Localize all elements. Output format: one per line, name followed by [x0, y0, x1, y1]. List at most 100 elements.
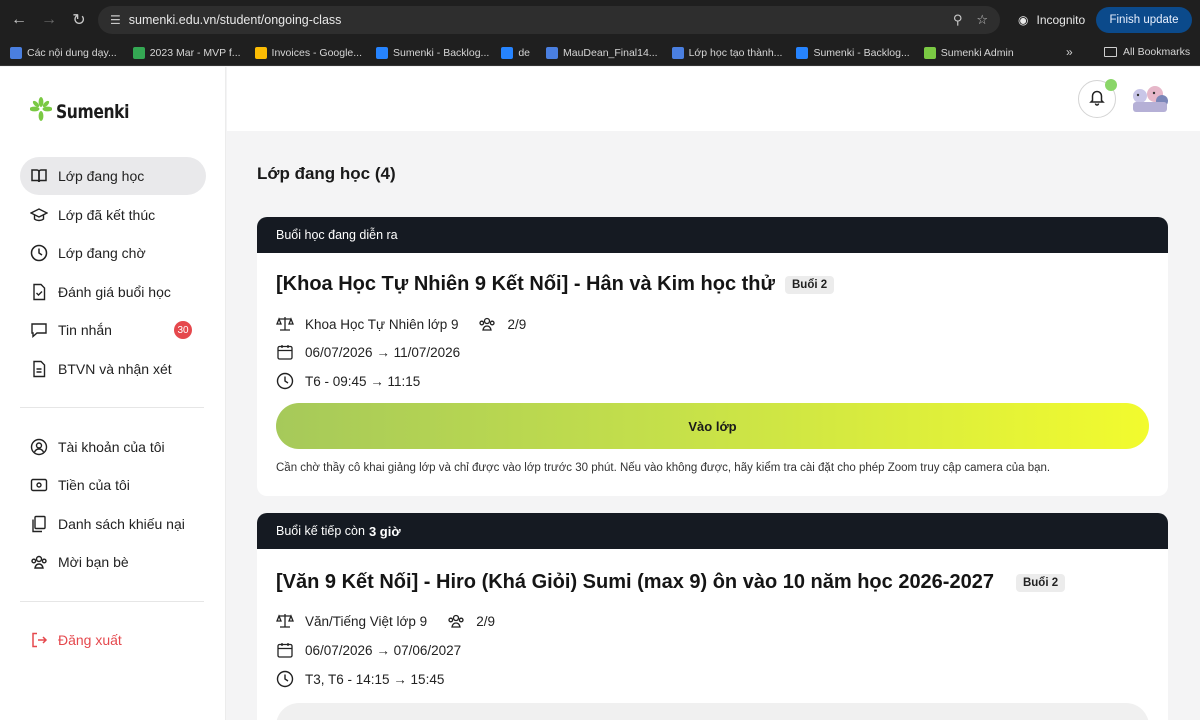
- bookmark-item[interactable]: de: [501, 46, 530, 59]
- incognito-icon: ◉: [1018, 13, 1029, 27]
- calendar-icon: [276, 343, 294, 361]
- sidebar-divider: [20, 601, 204, 602]
- sidebar-item-label: Lớp đã kết thúc: [58, 207, 156, 223]
- sumenki-logo-icon: [29, 97, 53, 126]
- sidebar-item-logout[interactable]: Đăng xuất: [20, 621, 206, 659]
- bookmark-item[interactable]: Các nội dung dạy...: [10, 46, 117, 59]
- avatar[interactable]: [1129, 82, 1169, 116]
- site-settings-icon[interactable]: ☰: [110, 13, 121, 27]
- time-remaining: 3 giờ: [368, 523, 401, 539]
- sidebar-item-label: Lớp đang chờ: [58, 245, 146, 261]
- sidebar-item-my-account[interactable]: Tài khoản của tôi: [20, 428, 206, 466]
- bookmark-item[interactable]: Sumenki Admin: [923, 46, 1014, 59]
- notification-dot: [1105, 79, 1117, 91]
- card-header: Buổi kế tiếp còn 3 giờ: [257, 513, 1168, 549]
- bookmark-item[interactable]: 2023 Mar - MVP f...: [132, 46, 241, 59]
- doc-icon: [10, 46, 22, 59]
- students-icon: [447, 612, 465, 630]
- bookmark-item[interactable]: Lớp học tạo thành...: [671, 46, 783, 59]
- user-circle-icon: [30, 438, 48, 456]
- file-check-icon: [30, 283, 48, 301]
- dates-row: 06/07/2026 → 07/06/2027: [276, 640, 461, 660]
- bookmark-item[interactable]: Sumenki - Backlog...: [376, 46, 490, 59]
- class-title[interactable]: [Khoa Học Tự Nhiên 9 Kết Nối] - Hân và K…: [276, 273, 835, 296]
- sidebar-item-session-review[interactable]: Đánh giá buổi học: [20, 273, 206, 311]
- logout-label: Đăng xuất: [58, 632, 122, 648]
- class-card: Buổi kế tiếp còn 3 giờ [Văn 9 Kết Nối] -…: [257, 513, 1168, 720]
- sidebar-item-my-money[interactable]: Tiền của tôi: [20, 466, 206, 504]
- subject-row: Khoa Học Tự Nhiên lớp 9 2/9: [276, 314, 526, 334]
- bookmark-label: Sumenki - Backlog...: [393, 46, 490, 59]
- all-bookmarks-button[interactable]: All Bookmarks: [1104, 46, 1190, 58]
- session-badge: Buổi 2: [1015, 573, 1066, 592]
- sidebar-item-label: Mời bạn bè: [58, 554, 129, 570]
- subject-text: Khoa Học Tự Nhiên lớp 9: [305, 316, 459, 332]
- message-icon: [30, 321, 48, 339]
- bookmark-label: 2023 Mar - MVP f...: [149, 46, 241, 59]
- key-icon[interactable]: ⚲: [953, 12, 963, 28]
- back-icon[interactable]: ←: [6, 7, 32, 33]
- forward-icon[interactable]: →: [36, 7, 62, 33]
- calendar-icon: [276, 641, 294, 659]
- students-icon: [478, 315, 496, 333]
- more-bookmarks-icon[interactable]: »: [1066, 45, 1073, 59]
- sidebar-item-ongoing-class[interactable]: Lớp đang học: [20, 157, 206, 195]
- jira-icon: [376, 46, 389, 59]
- clipboard-icon: [30, 515, 48, 533]
- clock-icon: [276, 372, 294, 390]
- sidebar-item-invite-friends[interactable]: Mời bạn bè: [20, 543, 206, 581]
- sumenki-icon: [923, 46, 936, 59]
- scale-icon: [276, 612, 294, 630]
- session-badge: Buổi 2: [785, 275, 835, 294]
- schedule-text: T3, T6 - 14:15 → 15:45: [305, 671, 445, 687]
- clock-icon: [276, 670, 294, 688]
- sidebar-item-homework[interactable]: BTVN và nhận xét: [20, 350, 206, 388]
- folder-icon: [1104, 47, 1117, 57]
- bookmark-label: Sumenki - Backlog...: [813, 46, 910, 59]
- sidebar-item-label: Tin nhắn: [58, 322, 112, 338]
- clock-icon: [30, 244, 48, 262]
- doc-icon: [546, 46, 558, 59]
- sidebar: Sumenki Lớp đang học Lớp đã kết thúc Lớp…: [0, 67, 226, 720]
- class-title[interactable]: [Văn 9 Kết Nối] - Hiro (Khá Giỏi) Sumi (…: [276, 571, 1066, 594]
- url-text: sumenki.edu.vn/student/ongoing-class: [128, 13, 342, 27]
- bookmark-label: Lớp học tạo thành...: [688, 46, 783, 59]
- sidebar-item-label: Lớp đang học: [58, 168, 145, 184]
- sidebar-item-complaints[interactable]: Danh sách khiếu nại: [20, 505, 206, 543]
- address-bar[interactable]: ☰ sumenki.edu.vn/student/ongoing-class ⚲…: [98, 6, 1000, 34]
- join-class-button[interactable]: Vào lớp: [276, 403, 1149, 449]
- bookmark-label: Sumenki Admin: [940, 46, 1014, 59]
- logo[interactable]: Sumenki: [29, 97, 145, 126]
- page-title: Lớp đang học (4): [257, 164, 396, 183]
- class-card: Buổi học đang diễn ra [Khoa Học Tự Nhiên…: [257, 217, 1168, 496]
- sidebar-item-label: Đánh giá buổi học: [58, 284, 171, 300]
- dates-text: 06/07/2026 → 11/07/2026: [305, 344, 461, 360]
- sidebar-item-messages[interactable]: Tin nhắn 30: [20, 311, 206, 349]
- sidebar-item-finished-class[interactable]: Lớp đã kết thúc: [20, 196, 206, 234]
- incognito-indicator[interactable]: ◉ Incognito: [1010, 6, 1093, 34]
- incognito-label: Incognito: [1036, 13, 1086, 27]
- graduation-cap-icon: [30, 206, 48, 224]
- sidebar-divider: [20, 407, 204, 408]
- jira-icon: [796, 46, 809, 59]
- bookmark-item[interactable]: Sumenki - Backlog...: [796, 46, 910, 59]
- bookmark-label: MauDean_Final14...: [563, 46, 658, 59]
- wallet-icon: [30, 476, 48, 494]
- dates-text: 06/07/2026 → 07/06/2027: [305, 642, 462, 658]
- finish-update-button[interactable]: Finish update: [1096, 7, 1192, 33]
- join-note: Cần chờ thầy cô khai giảng lớp và chỉ đư…: [276, 462, 1051, 474]
- class-title-text: [Văn 9 Kết Nối] - Hiro (Khá Giỏi) Sumi (…: [276, 571, 994, 593]
- join-class-button[interactable]: [276, 703, 1149, 720]
- subject-text: Văn/Tiếng Việt lớp 9: [305, 613, 428, 629]
- bell-icon: [1088, 88, 1106, 111]
- bookmark-item[interactable]: Invoices - Google...: [254, 46, 362, 59]
- schedule-text: T6 - 09:45 → 11:15: [305, 373, 421, 389]
- bookmark-item[interactable]: MauDean_Final14...: [546, 46, 658, 59]
- sidebar-item-waiting-class[interactable]: Lớp đang chờ: [20, 234, 206, 272]
- bookmark-star-icon[interactable]: ☆: [976, 12, 988, 28]
- doc-icon: [671, 46, 684, 59]
- sidebar-item-label: Tiền của tôi: [58, 477, 130, 493]
- dates-row: 06/07/2026 → 11/07/2026: [276, 342, 460, 362]
- reload-icon[interactable]: ↻: [66, 7, 92, 33]
- unread-messages-badge: 30: [174, 321, 192, 339]
